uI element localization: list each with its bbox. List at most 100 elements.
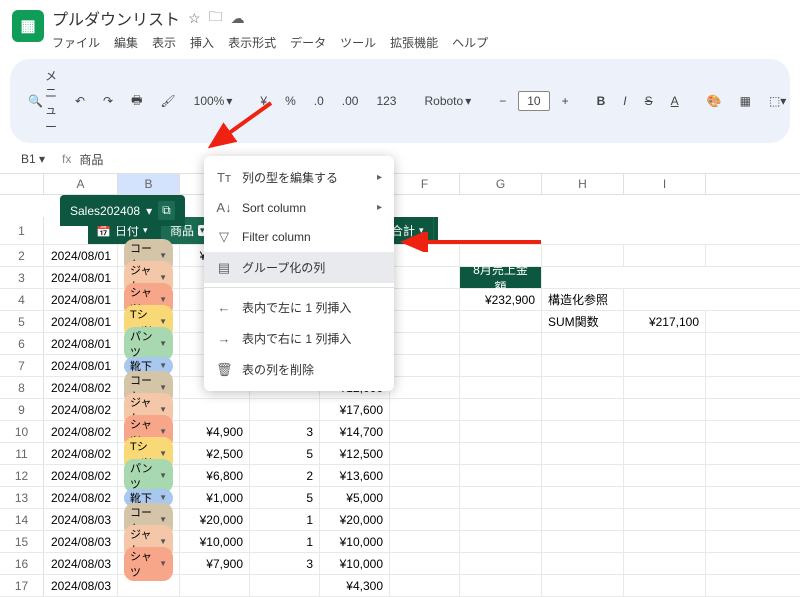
col-G[interactable]: G bbox=[460, 174, 542, 194]
cell-qty[interactable]: 5 bbox=[250, 487, 320, 508]
col-A[interactable]: A bbox=[44, 174, 118, 194]
table-chip[interactable]: Sales202408 ▾ ⧉ bbox=[60, 195, 185, 226]
search-menu-button[interactable]: 🔍 メニュー bbox=[22, 63, 63, 139]
cell-date[interactable]: 2024/08/01 bbox=[44, 267, 118, 288]
cell-qty[interactable]: 2 bbox=[250, 465, 320, 486]
cell-date[interactable]: 2024/08/01 bbox=[44, 289, 118, 310]
cell-product[interactable]: シャツ▼ bbox=[118, 553, 180, 574]
select-all-corner[interactable] bbox=[0, 174, 44, 194]
cell-qty[interactable]: 1 bbox=[250, 509, 320, 530]
bold-button[interactable]: B bbox=[591, 90, 612, 112]
cell-total[interactable]: ¥5,000 bbox=[320, 487, 390, 508]
cell-total[interactable]: ¥10,000 bbox=[320, 553, 390, 574]
row-head[interactable]: 3 bbox=[0, 267, 44, 288]
cell-amount[interactable] bbox=[180, 399, 250, 420]
cell-date[interactable]: 2024/08/02 bbox=[44, 443, 118, 464]
cell-date[interactable]: 2024/08/03 bbox=[44, 553, 118, 574]
cell-date[interactable]: 2024/08/03 bbox=[44, 509, 118, 530]
row-head-1[interactable]: 1 bbox=[0, 217, 44, 244]
redo-button[interactable]: ↷ bbox=[97, 90, 119, 112]
side-value[interactable]: ¥232,900 bbox=[460, 289, 542, 310]
menu-edit[interactable]: 編集 bbox=[114, 34, 138, 51]
row-head[interactable]: 2 bbox=[0, 245, 44, 266]
cloud-icon[interactable]: ☁ bbox=[231, 10, 245, 27]
cell-amount[interactable]: ¥6,800 bbox=[180, 465, 250, 486]
cell-date[interactable]: 2024/08/02 bbox=[44, 399, 118, 420]
cell-qty[interactable]: 5 bbox=[250, 443, 320, 464]
row-head[interactable]: 9 bbox=[0, 399, 44, 420]
strike-button[interactable]: S bbox=[639, 90, 659, 112]
col-I[interactable]: I bbox=[624, 174, 706, 194]
cell-total[interactable]: ¥10,000 bbox=[320, 531, 390, 552]
cell-date[interactable]: 2024/08/02 bbox=[44, 377, 118, 398]
borders-button[interactable]: ▦ bbox=[734, 90, 757, 112]
menu-insert[interactable]: 挿入 bbox=[190, 34, 214, 51]
cell-product[interactable]: パンツ▼ bbox=[118, 465, 180, 486]
decrease-decimal-button[interactable]: .0 bbox=[308, 90, 330, 112]
menu-insert-right[interactable]: →表内で右に 1 列挿入 bbox=[204, 323, 394, 354]
menu-data[interactable]: データ bbox=[290, 34, 326, 51]
col-B[interactable]: B bbox=[118, 174, 180, 194]
row-head[interactable]: 17 bbox=[0, 575, 44, 596]
cell-amount[interactable]: ¥1,000 bbox=[180, 487, 250, 508]
menu-insert-left[interactable]: ←表内で左に 1 列挿入 bbox=[204, 292, 394, 323]
cell-total[interactable]: ¥12,500 bbox=[320, 443, 390, 464]
row-head[interactable]: 5 bbox=[0, 311, 44, 332]
increase-decimal-button[interactable]: .00 bbox=[336, 90, 365, 112]
cell-total[interactable]: ¥13,600 bbox=[320, 465, 390, 486]
fill-color-button[interactable]: 🎨 bbox=[701, 90, 728, 112]
cell-date[interactable]: 2024/08/01 bbox=[44, 355, 118, 376]
name-box[interactable]: B1 ▾ bbox=[12, 149, 54, 169]
cell-total[interactable]: ¥14,700 bbox=[320, 421, 390, 442]
menu-group-column[interactable]: ▤グループ化の列 bbox=[204, 252, 394, 283]
cell-date[interactable]: 2024/08/01 bbox=[44, 311, 118, 332]
italic-button[interactable]: I bbox=[617, 90, 632, 112]
text-color-button[interactable]: A bbox=[665, 90, 685, 112]
cell-date[interactable]: 2024/08/01 bbox=[44, 333, 118, 354]
doc-title[interactable]: プルダウンリスト bbox=[52, 6, 180, 30]
col-H[interactable]: H bbox=[542, 174, 624, 194]
cell-amount[interactable]: ¥4,900 bbox=[180, 421, 250, 442]
col-F[interactable]: F bbox=[390, 174, 460, 194]
menu-edit-column-type[interactable]: Tᴛ列の型を編集する▸ bbox=[204, 162, 394, 193]
percent-button[interactable]: % bbox=[279, 90, 302, 112]
menu-view[interactable]: 表示 bbox=[152, 34, 176, 51]
menu-format[interactable]: 表示形式 bbox=[228, 34, 276, 51]
row-head[interactable]: 8 bbox=[0, 377, 44, 398]
menu-file[interactable]: ファイル bbox=[52, 34, 100, 51]
table-copy-icon[interactable]: ⧉ bbox=[158, 201, 175, 220]
cell-total[interactable]: ¥4,300 bbox=[320, 575, 390, 596]
cell-amount[interactable]: ¥7,900 bbox=[180, 553, 250, 574]
row-head[interactable]: 15 bbox=[0, 531, 44, 552]
cell-qty[interactable]: 3 bbox=[250, 553, 320, 574]
row-head[interactable]: 12 bbox=[0, 465, 44, 486]
row-head[interactable]: 10 bbox=[0, 421, 44, 442]
print-button[interactable]: 🖶 bbox=[125, 87, 148, 116]
row-head[interactable]: 13 bbox=[0, 487, 44, 508]
row-head[interactable]: 6 bbox=[0, 333, 44, 354]
cell-qty[interactable] bbox=[250, 575, 320, 596]
menu-filter-column[interactable]: ▽Filter column bbox=[204, 222, 394, 252]
cell-date[interactable]: 2024/08/02 bbox=[44, 487, 118, 508]
cell-date[interactable]: 2024/08/02 bbox=[44, 421, 118, 442]
cell-date[interactable]: 2024/08/02 bbox=[44, 465, 118, 486]
cell-date[interactable]: 2024/08/03 bbox=[44, 575, 118, 596]
merge-button[interactable]: ⬚▾ bbox=[763, 90, 792, 112]
folder-icon[interactable]: 🗀 bbox=[209, 6, 223, 30]
row-head[interactable]: 11 bbox=[0, 443, 44, 464]
menu-extensions[interactable]: 拡張機能 bbox=[390, 34, 438, 51]
menu-help[interactable]: ヘルプ bbox=[452, 34, 488, 51]
font-increase-button[interactable]: + bbox=[556, 90, 575, 112]
star-icon[interactable]: ☆ bbox=[188, 10, 201, 27]
font-decrease-button[interactable]: − bbox=[493, 90, 512, 112]
font-select[interactable]: Roboto ▾ bbox=[418, 90, 477, 112]
cell-date[interactable]: 2024/08/01 bbox=[44, 245, 118, 266]
cell-date[interactable]: 2024/08/03 bbox=[44, 531, 118, 552]
cell-amount[interactable]: ¥2,500 bbox=[180, 443, 250, 464]
more-formats-button[interactable]: 123 bbox=[370, 90, 402, 112]
cell-total[interactable]: ¥17,600 bbox=[320, 399, 390, 420]
font-size-input[interactable]: 10 bbox=[518, 91, 549, 111]
formula-bar[interactable]: 商品 bbox=[79, 151, 103, 168]
cell-total[interactable]: ¥20,000 bbox=[320, 509, 390, 530]
cell-amount[interactable] bbox=[180, 575, 250, 596]
